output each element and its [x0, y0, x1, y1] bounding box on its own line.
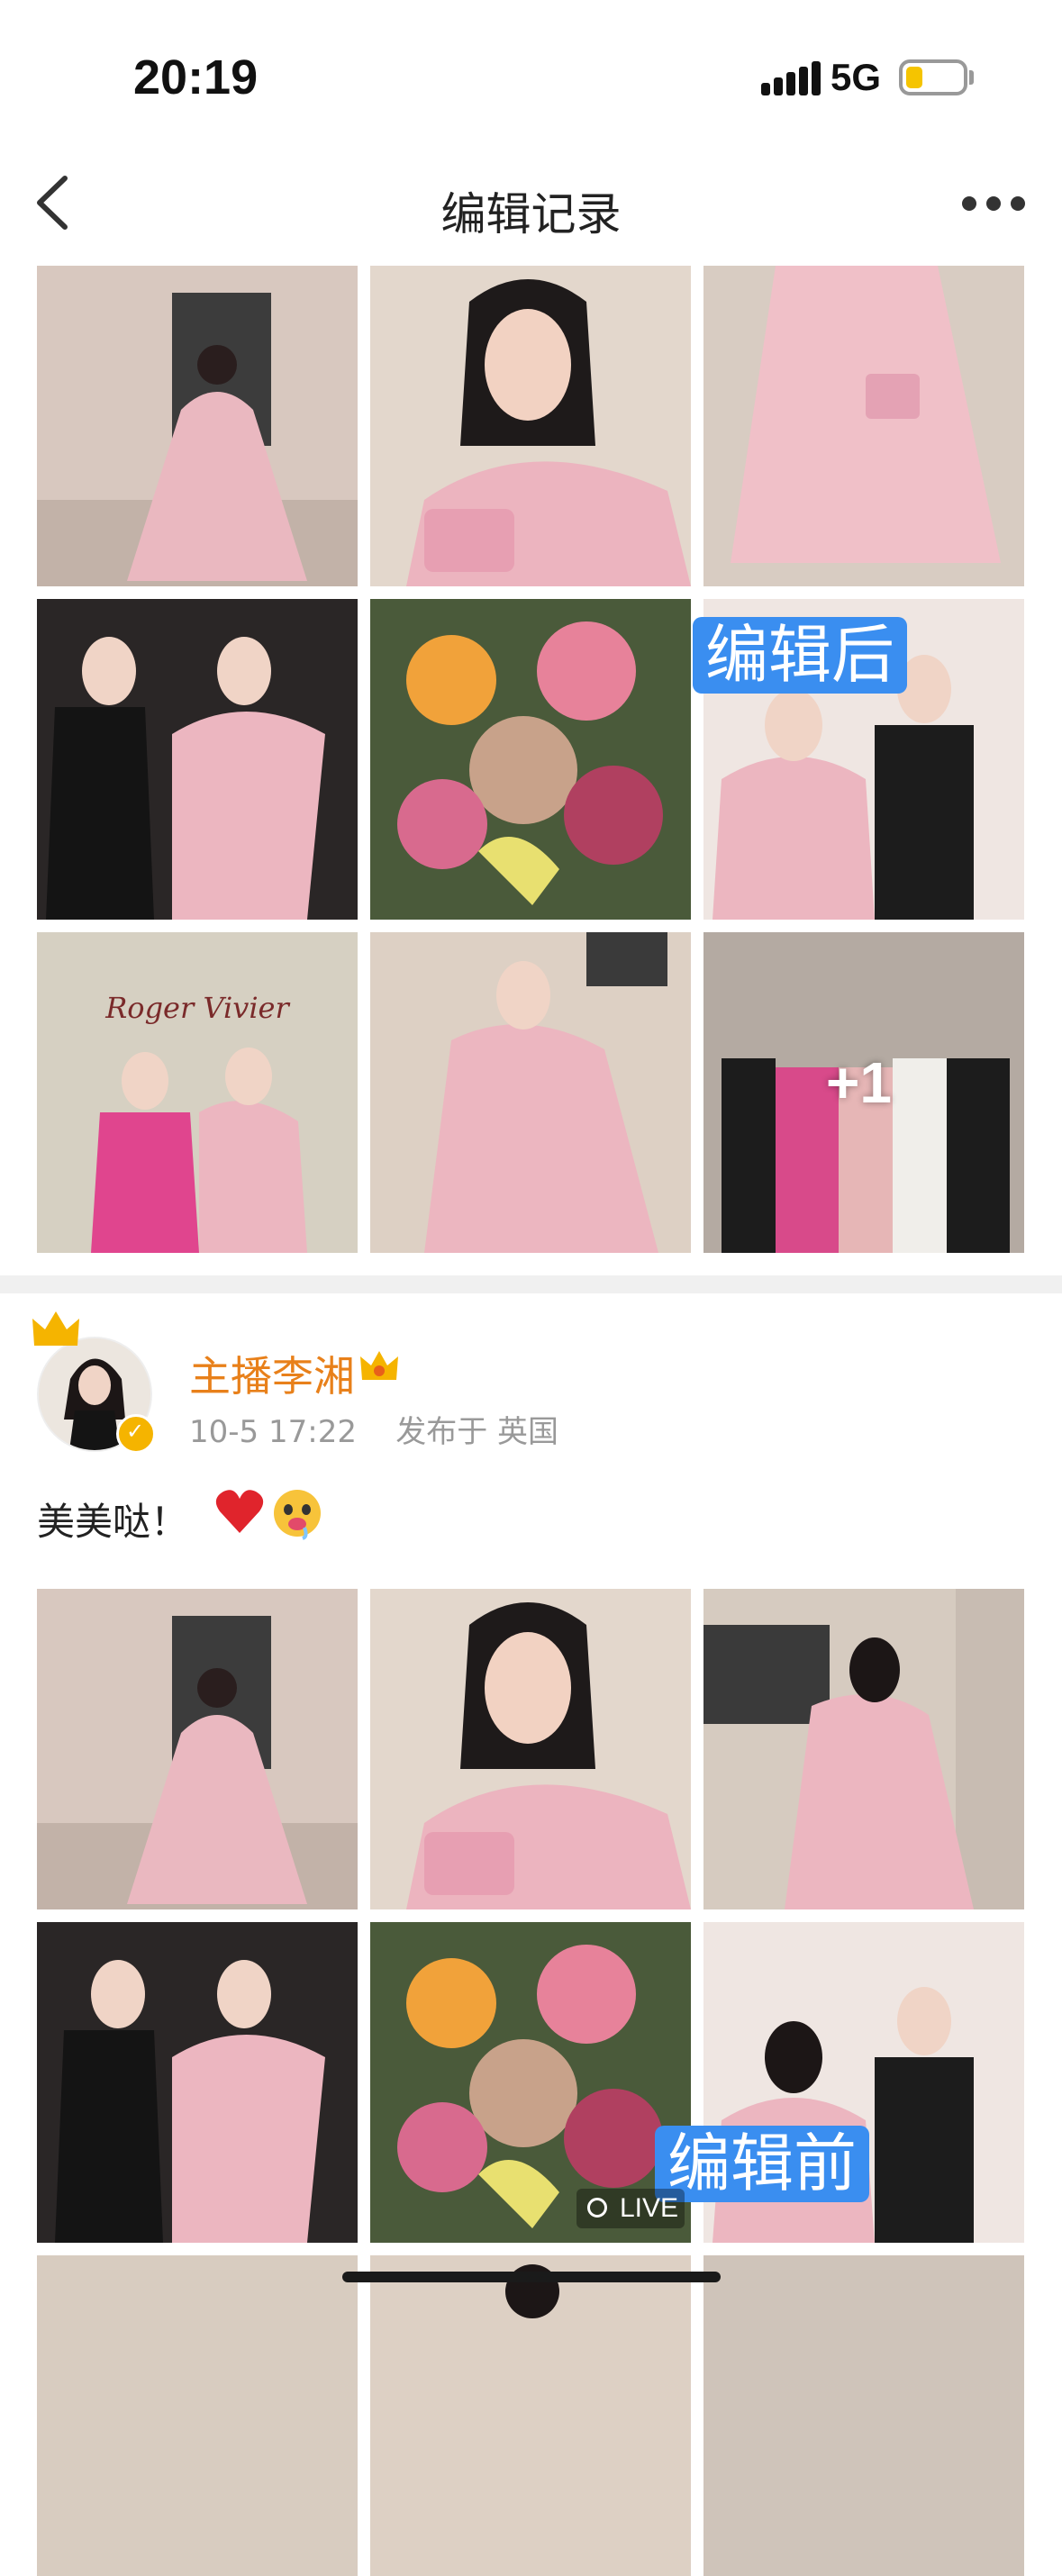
nav-bar: 编辑记录	[0, 144, 1062, 266]
post-time: 10-5 17:22	[189, 1414, 357, 1450]
edited-before-badge: 编辑前	[655, 2126, 869, 2202]
post-text: 美美哒！	[37, 1500, 189, 1544]
photo-cell[interactable]	[370, 932, 691, 1253]
post-meta: 10-5 17:22 发布于 英国	[189, 1407, 558, 1451]
verified-icon	[116, 1414, 156, 1454]
original-photo-grid: 编辑前	[37, 1589, 1025, 2576]
edited-photo-grid: Roger Vivier 编辑后 +1	[37, 266, 1025, 1253]
photo-cell[interactable]	[370, 266, 691, 586]
photo-cell[interactable]	[37, 2255, 358, 2576]
photo-cell[interactable]	[370, 1589, 691, 1909]
member-crown-icon	[360, 1351, 398, 1380]
battery-icon	[899, 59, 967, 95]
network-label: 5G	[831, 56, 882, 98]
photo-cell[interactable]	[703, 2255, 1024, 2576]
drooling-emoji-icon	[274, 1490, 321, 1540]
author-name[interactable]: 主播李湘	[189, 1344, 355, 1403]
photo-cell[interactable]	[37, 1589, 358, 1909]
photo-cell[interactable]	[370, 599, 691, 920]
page-title: 编辑记录	[440, 189, 622, 240]
post-location: 发布于 英国	[395, 1414, 559, 1450]
status-bar: 20:19 5G	[0, 0, 1062, 144]
home-indicator[interactable]	[342, 2272, 721, 2282]
section-divider	[0, 1275, 1062, 1293]
status-time: 20:19	[133, 50, 259, 104]
photo-cell[interactable]	[37, 1922, 358, 2243]
backdrop-logo-text: Roger Vivier	[104, 991, 290, 1025]
crown-icon	[32, 1311, 79, 1346]
photo-cell[interactable]	[703, 1589, 1024, 1909]
photo-cell[interactable]	[703, 266, 1024, 586]
photo-cell[interactable]	[370, 2255, 691, 2576]
signal-icon	[761, 61, 821, 95]
live-photo-badge: LIVE	[576, 2189, 685, 2228]
photo-cell[interactable]: Roger Vivier	[37, 932, 358, 1253]
extra-photo-count: +1	[826, 1050, 892, 1115]
photo-cell[interactable]	[37, 599, 358, 920]
ellipsis-icon[interactable]	[962, 196, 1025, 214]
photo-cell[interactable]	[37, 266, 358, 586]
heart-icon	[215, 1490, 264, 1533]
battery-tip	[969, 70, 974, 85]
edited-after-badge: 编辑后	[693, 617, 907, 694]
